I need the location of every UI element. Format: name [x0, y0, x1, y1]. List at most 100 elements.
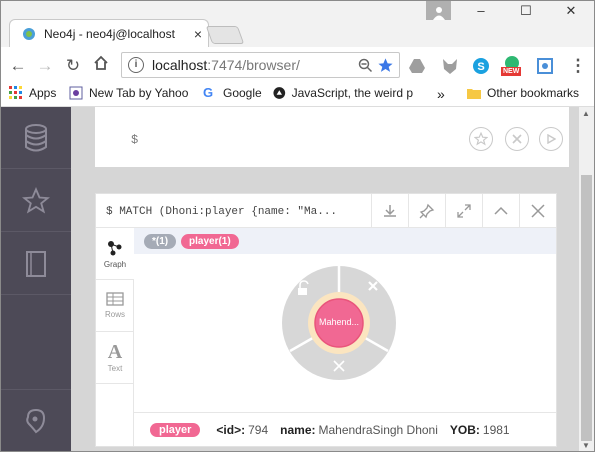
favorite-query-button[interactable]	[469, 127, 493, 151]
home-icon[interactable]	[90, 55, 112, 77]
info-icon[interactable]: i	[128, 57, 144, 73]
bookmark-label: JavaScript, the weird p	[291, 86, 413, 100]
svg-text:S: S	[477, 61, 484, 73]
neo4j-browser: $ $ MATCH (Dhoni:player {name: "Ma... Gr…	[1, 107, 594, 451]
browser-window: Neo4j - neo4j@localhost × – ☐ ✕ ← → ↻ i …	[0, 0, 595, 452]
forward-arrow-icon[interactable]: →	[34, 55, 56, 77]
view-text-button[interactable]: A Text	[96, 332, 134, 384]
node-caption: Mahend...	[318, 317, 360, 327]
back-arrow-icon[interactable]: ←	[7, 55, 29, 77]
stream: $ $ MATCH (Dhoni:player {name: "Ma... Gr…	[71, 107, 579, 451]
close-frame-button[interactable]	[519, 194, 556, 228]
clear-x-icon	[512, 134, 522, 144]
collapse-button[interactable]	[482, 194, 519, 228]
node-label-pill[interactable]: player	[150, 422, 201, 437]
view-label: Text	[107, 363, 123, 373]
expand-icon	[457, 204, 471, 218]
view-graph-button[interactable]: Graph	[96, 228, 134, 280]
bookmarks-bar: Apps New Tab by Yahoo G Google JavaScrip…	[1, 83, 594, 107]
legend-player-pill[interactable]: player(1)	[181, 234, 239, 249]
scrollbar-thumb[interactable]	[581, 175, 592, 441]
fullscreen-button[interactable]	[445, 194, 482, 228]
legend-all-pill[interactable]: *(1)	[144, 234, 177, 249]
name-key: name:	[280, 422, 316, 437]
bookmark-google[interactable]: G Google	[203, 85, 262, 101]
tab-close-icon[interactable]: ×	[188, 26, 208, 42]
home-shape	[94, 55, 108, 70]
screenshot-extension-icon[interactable]	[536, 57, 554, 75]
user-profile-button[interactable]	[426, 1, 451, 20]
run-query-button[interactable]	[539, 127, 563, 151]
view-label: Rows	[104, 310, 125, 319]
menu-kebab-icon[interactable]: ⋮	[567, 55, 589, 77]
bookmark-apps[interactable]: Apps	[9, 86, 56, 100]
text-icon: A	[107, 340, 123, 363]
pin-button[interactable]	[408, 194, 445, 228]
neo4j-favicon-icon	[23, 27, 35, 40]
address-bar[interactable]: i localhost :7474/browser/	[121, 52, 400, 78]
scroll-up-arrow-icon[interactable]: ▲	[582, 109, 590, 118]
id-key: <id>:	[216, 422, 246, 437]
bookmark-javascript[interactable]: JavaScript, the weird p	[273, 86, 413, 100]
new-extension-button[interactable]: NEW	[501, 55, 523, 79]
apps-grid-icon	[9, 86, 22, 99]
bookmark-label: Google	[223, 86, 262, 100]
clear-query-button[interactable]	[505, 127, 529, 151]
frame-query[interactable]: $ MATCH (Dhoni:player {name: "Ma...	[106, 206, 337, 218]
bookmark-other[interactable]: Other bookmarks	[467, 86, 579, 100]
database-button[interactable]	[1, 107, 71, 169]
yob-key: YOB:	[449, 422, 480, 437]
graph-icon	[108, 240, 122, 255]
graph-canvas[interactable]: Mahend...	[134, 254, 556, 412]
graph-svg	[282, 266, 396, 380]
reload-icon[interactable]: ↻	[62, 55, 84, 77]
name-value: MahendraSingh Dhoni	[318, 422, 438, 437]
fox-extension-icon[interactable]	[441, 57, 459, 75]
yob-value: 1981	[482, 422, 510, 437]
view-rows-button[interactable]: Rows	[96, 280, 134, 332]
google-icon: G	[203, 85, 214, 100]
editor-prompt: $	[131, 133, 139, 147]
yahoo-icon	[69, 86, 83, 100]
view-switcher: Graph Rows A Text	[96, 228, 134, 446]
close-window-button[interactable]: ✕	[549, 3, 593, 23]
rows-icon	[106, 292, 124, 306]
bookmark-label: New Tab by Yahoo	[89, 86, 189, 100]
skype-extension-icon[interactable]: S	[472, 57, 490, 75]
maximize-button[interactable]: ☐	[504, 3, 548, 23]
book-icon	[26, 250, 46, 277]
drive-extension-icon[interactable]	[408, 57, 426, 75]
about-button[interactable]	[1, 389, 71, 451]
url-path: :7474/browser/	[207, 57, 300, 73]
browser-toolbar: ← → ↻ i localhost :7474/browser/ S NEW ⋮	[1, 47, 594, 83]
bookmark-label: Apps	[29, 86, 57, 100]
folder-icon	[467, 89, 481, 99]
id-value: 794	[248, 422, 269, 437]
legend-bar: *(1) player(1)	[134, 228, 556, 254]
sidebar	[1, 107, 71, 451]
star-outline-icon	[474, 132, 488, 146]
favorites-button[interactable]	[1, 170, 71, 232]
query-editor: $	[95, 107, 569, 167]
bookmarks-overflow-icon[interactable]: »	[437, 86, 445, 102]
node-properties-bar: player <id>: 794 name: MahendraSingh Dho…	[134, 412, 556, 446]
title-bar: Neo4j - neo4j@localhost × – ☐ ✕	[1, 1, 594, 47]
star-bookmark-icon[interactable]	[377, 57, 394, 74]
download-icon	[384, 205, 396, 217]
zoom-icon[interactable]	[358, 58, 373, 73]
minimize-button[interactable]: –	[459, 3, 503, 23]
pin-icon	[419, 203, 435, 219]
browser-tab[interactable]: Neo4j - neo4j@localhost ×	[9, 19, 209, 47]
scroll-down-arrow-icon[interactable]: ▼	[582, 441, 590, 450]
chevron-up-icon	[494, 206, 508, 215]
js-icon	[273, 87, 286, 99]
download-button[interactable]	[371, 194, 408, 228]
vertical-scrollbar[interactable]: ▲ ▼	[579, 107, 594, 451]
url-host: localhost	[152, 57, 208, 73]
documents-button[interactable]	[1, 233, 71, 295]
frame-header: $ MATCH (Dhoni:player {name: "Ma...	[96, 194, 556, 228]
person-icon	[432, 7, 445, 20]
cypher-input[interactable]: $	[103, 119, 461, 159]
new-tab-button[interactable]	[205, 26, 245, 44]
bookmark-yahoo[interactable]: New Tab by Yahoo	[69, 86, 188, 100]
